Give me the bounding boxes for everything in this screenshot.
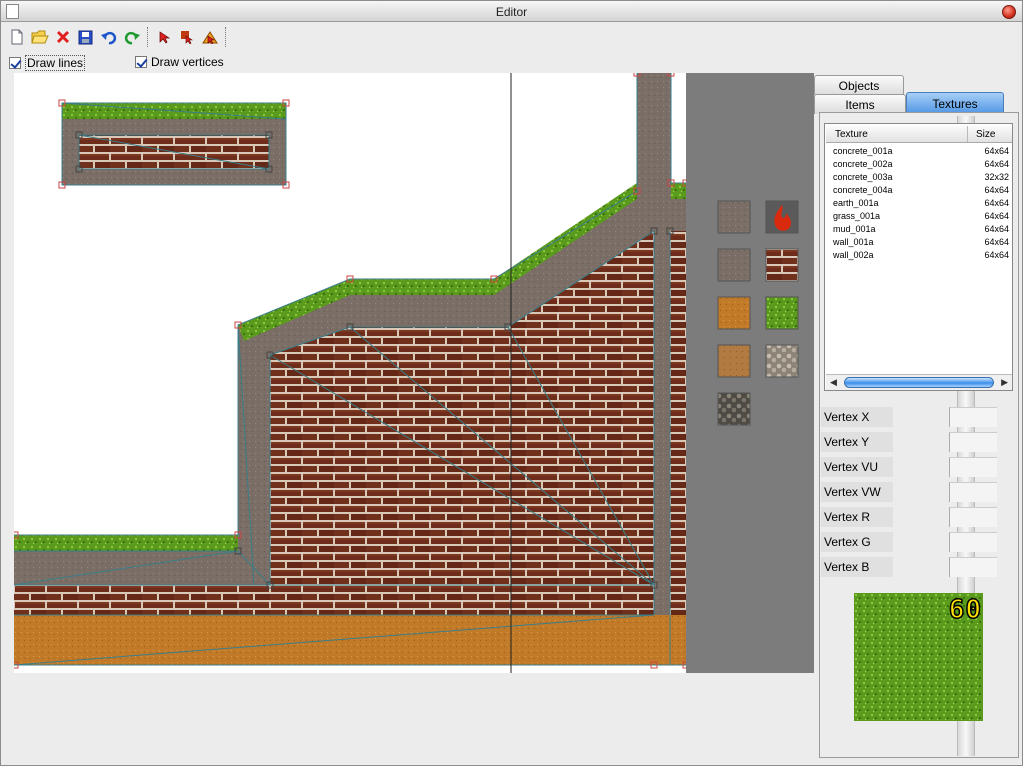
undo-icon (100, 31, 116, 45)
texture-palette (686, 73, 814, 673)
texture-row[interactable]: grass_001a 64x64 (833, 211, 1009, 224)
draw-lines-checkbox[interactable] (9, 57, 21, 69)
swatch-fire[interactable] (765, 200, 799, 234)
open-button[interactable] (28, 26, 51, 48)
select-tool-button[interactable] (152, 26, 175, 48)
vertex-g-label: Vertex G (821, 532, 893, 552)
swatch-mud[interactable] (717, 344, 751, 378)
vertex-vw-label: Vertex VW (821, 482, 893, 502)
toolbar-separator-end (225, 27, 226, 47)
redo-icon (124, 31, 140, 45)
polygon-tool-button[interactable] (198, 26, 221, 48)
texture-row[interactable]: concrete_002a 64x64 (833, 159, 1009, 172)
scroll-right-icon[interactable]: ▶ (1001, 377, 1008, 388)
vertex-b-label: Vertex B (821, 557, 893, 577)
texture-list-hscrollbar[interactable]: ◀ ▶ (826, 374, 1012, 390)
vertex-y-label: Vertex Y (821, 432, 893, 452)
texture-row[interactable]: concrete_004a 64x64 (833, 185, 1009, 198)
toolbar (5, 26, 230, 48)
level-scene[interactable] (14, 73, 686, 673)
texture-row[interactable]: wall_001a 64x64 (833, 237, 1009, 250)
select-polygon-icon (201, 31, 218, 44)
draw-lines-label: Draw lines (25, 55, 86, 71)
texture-row[interactable]: wall_002a 64x64 (833, 250, 1009, 263)
vertex-tool-button[interactable] (175, 26, 198, 48)
vertex-b-field[interactable] (949, 557, 997, 577)
texture-row[interactable]: earth_001a 64x64 (833, 198, 1009, 211)
swatch-cobble-light[interactable] (765, 344, 799, 378)
scroll-left-icon[interactable]: ◀ (830, 377, 837, 388)
vertex-vu-label: Vertex VU (821, 457, 893, 477)
vertex-r-field[interactable] (949, 507, 997, 527)
delete-icon (56, 30, 69, 44)
draw-vertices-option[interactable]: Draw vertices (135, 55, 224, 69)
toolbar-separator (147, 27, 148, 47)
delete-button[interactable] (51, 26, 74, 48)
texture-list[interactable]: Texture Size concrete_001a 64x64 concrete… (824, 123, 1013, 391)
column-size[interactable]: Size (976, 129, 995, 140)
texture-list-header: Texture Size (826, 125, 1012, 143)
level-canvas[interactable] (14, 73, 686, 673)
swatch-concrete-dark[interactable] (717, 248, 751, 282)
tab-objects[interactable]: Objects (814, 75, 904, 95)
texture-row[interactable]: concrete_003a 32x32 (833, 172, 1009, 185)
swatch-concrete-gray[interactable] (717, 200, 751, 234)
editor-window: Editor Draw lines Draw vertices Objects … (0, 0, 1023, 766)
texture-preview: 60 (854, 593, 983, 721)
undo-button[interactable] (97, 26, 120, 48)
floating-platform[interactable] (61, 102, 287, 186)
new-button[interactable] (5, 26, 28, 48)
redo-button[interactable] (120, 26, 143, 48)
vertex-y-field[interactable] (949, 432, 997, 452)
new-icon (11, 29, 22, 45)
title-bar[interactable]: Editor (1, 1, 1022, 22)
swatch-grass[interactable] (765, 296, 799, 330)
fps-counter: 60 (948, 594, 982, 626)
swatch-cobble-dark[interactable] (717, 392, 751, 426)
scroll-thumb[interactable] (844, 377, 994, 388)
tab-textures[interactable]: Textures (906, 92, 1004, 114)
column-divider (967, 126, 968, 142)
vertex-vw-field[interactable] (949, 482, 997, 502)
vertex-g-field[interactable] (949, 532, 997, 552)
vertex-vu-field[interactable] (949, 457, 997, 477)
draw-lines-option[interactable]: Draw lines (9, 55, 86, 71)
swatch-earth[interactable] (717, 296, 751, 330)
vertex-r-label: Vertex R (821, 507, 893, 527)
vertex-x-label: Vertex X (821, 407, 893, 427)
draw-vertices-label: Draw vertices (151, 55, 224, 69)
select-arrow-icon (159, 31, 170, 44)
save-icon (78, 30, 93, 44)
open-folder-icon (30, 30, 49, 44)
window-title: Editor (495, 5, 528, 19)
close-button[interactable] (1002, 5, 1016, 19)
swatch-brick[interactable] (765, 248, 799, 282)
column-texture[interactable]: Texture (835, 129, 868, 140)
texture-row[interactable]: mud_001a 64x64 (833, 224, 1009, 237)
tab-items[interactable]: Items (814, 94, 906, 114)
texture-row[interactable]: concrete_001a 64x64 (833, 146, 1009, 159)
select-vertex-icon (180, 31, 193, 44)
save-button[interactable] (74, 26, 97, 48)
vertex-x-field[interactable] (949, 407, 997, 427)
draw-vertices-checkbox[interactable] (135, 56, 147, 68)
